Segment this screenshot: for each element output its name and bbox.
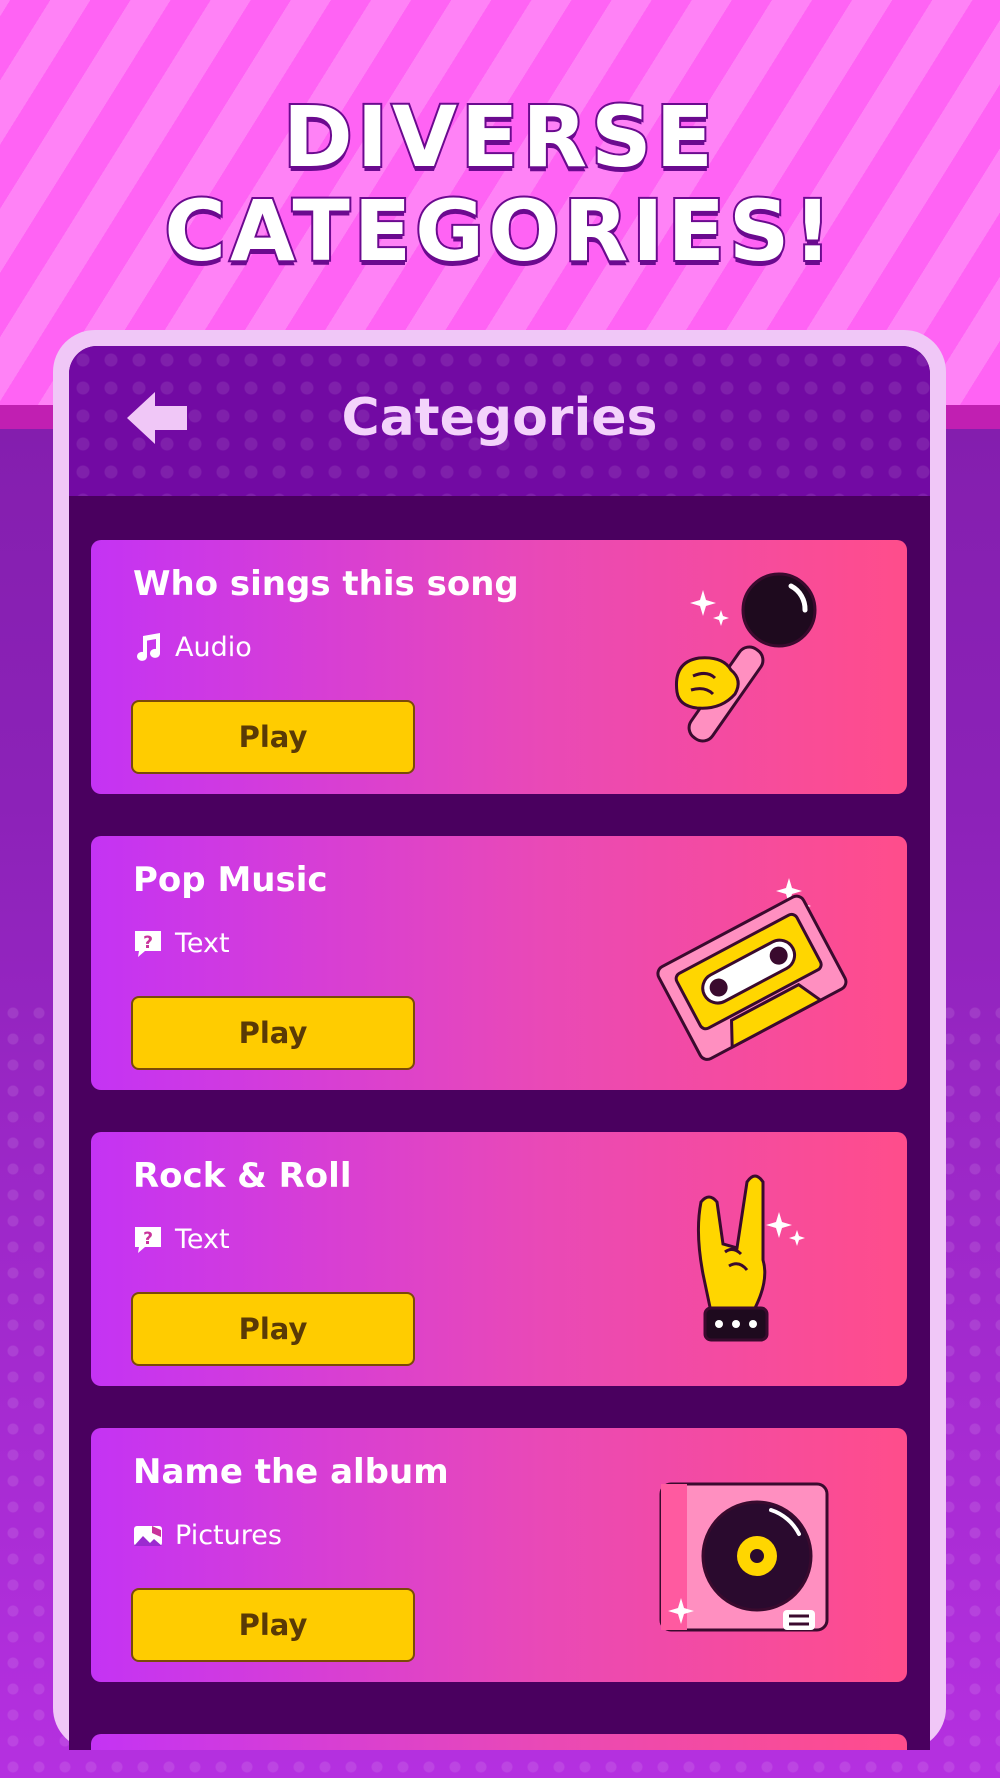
picture-icon bbox=[134, 1526, 162, 1546]
category-title: Rock & Roll bbox=[133, 1156, 352, 1196]
page-title: Categories bbox=[341, 388, 658, 448]
category-type-label: Text bbox=[175, 927, 230, 959]
category-card[interactable]: Name the album Pictures Play bbox=[91, 1428, 907, 1682]
play-button[interactable]: Play bbox=[131, 700, 415, 774]
category-title: Pop Music bbox=[133, 860, 328, 900]
play-button[interactable]: Play bbox=[131, 996, 415, 1070]
category-type-label: Pictures bbox=[175, 1519, 282, 1551]
category-card[interactable]: Rock & Roll ? Text Play bbox=[91, 1132, 907, 1386]
category-type: Audio bbox=[133, 631, 252, 663]
category-title: Name the album bbox=[133, 1452, 449, 1492]
svg-text:?: ? bbox=[143, 933, 153, 953]
promo-headline: DIVERSE CATEGORIES! bbox=[0, 88, 1000, 280]
play-button[interactable]: Play bbox=[131, 1588, 415, 1662]
category-type-label: Audio bbox=[175, 631, 252, 663]
category-card[interactable]: Who sings this song Audio Play bbox=[91, 540, 907, 794]
play-button[interactable]: Play bbox=[131, 1292, 415, 1366]
category-card-partial[interactable] bbox=[91, 1734, 907, 1750]
app-header: Categories bbox=[69, 346, 930, 496]
app-screen: Categories Who sings this song Audio Pla… bbox=[69, 346, 930, 1750]
vinyl-record-icon bbox=[659, 1482, 829, 1632]
headline-line-1: DIVERSE bbox=[281, 88, 717, 186]
question-bubble-icon: ? bbox=[135, 931, 161, 957]
music-note-icon bbox=[137, 633, 161, 661]
category-type: Pictures bbox=[133, 1519, 282, 1551]
category-type: ? Text bbox=[133, 927, 230, 959]
cassette-tape-icon bbox=[656, 878, 848, 1061]
microphone-icon bbox=[674, 572, 817, 743]
category-title: Who sings this song bbox=[133, 564, 519, 604]
rock-hand-icon bbox=[696, 1174, 805, 1342]
device-frame: Categories Who sings this song Audio Pla… bbox=[53, 330, 946, 1750]
headline-line-2: CATEGORIES! bbox=[162, 182, 836, 280]
svg-text:?: ? bbox=[143, 1229, 153, 1249]
category-card[interactable]: Pop Music ? Text Play bbox=[91, 836, 907, 1090]
question-bubble-icon: ? bbox=[135, 1227, 161, 1253]
category-type-label: Text bbox=[175, 1223, 230, 1255]
category-type: ? Text bbox=[133, 1223, 230, 1255]
